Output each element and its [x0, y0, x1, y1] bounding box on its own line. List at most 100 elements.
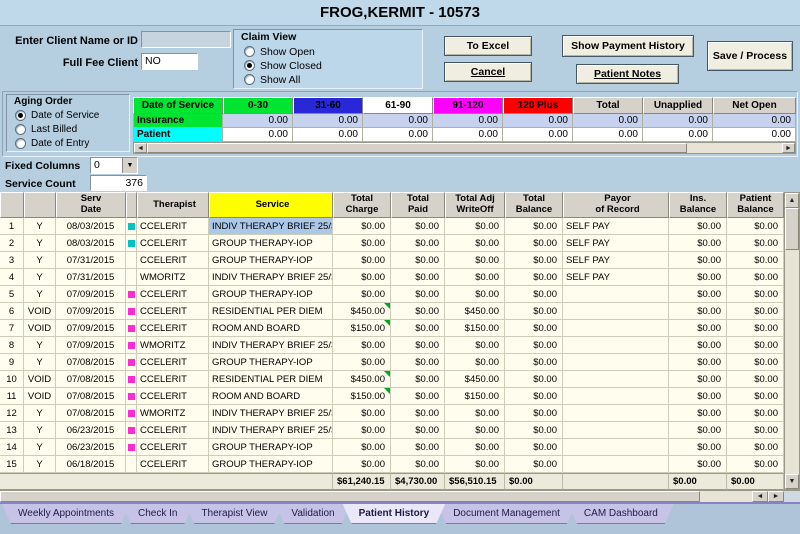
header-ins-balance[interactable]: Ins. Balance [669, 192, 727, 218]
payor-cell[interactable]: SELF PAY [563, 269, 669, 286]
table-row[interactable]: 8 Y 07/09/2015 WMORITZ INDIV THERAPY BRI… [0, 337, 784, 354]
payor-cell[interactable] [563, 439, 669, 456]
ins-balance-cell[interactable]: $0.00 [669, 439, 727, 456]
tab-therapist-view[interactable]: Therapist View [185, 504, 283, 524]
total-balance-cell[interactable]: $0.00 [505, 303, 563, 320]
row-status-cell[interactable]: Y [24, 235, 56, 252]
radio-show-open[interactable]: Show Open [244, 45, 315, 58]
table-row[interactable]: 11 VOID 07/08/2015 CCELERIT ROOM AND BOA… [0, 388, 784, 405]
service-date-cell[interactable]: 07/09/2015 [56, 320, 126, 337]
grid-vertical-scrollbar[interactable]: ▲ ▼ [784, 192, 800, 490]
service-date-cell[interactable]: 07/09/2015 [56, 303, 126, 320]
service-date-cell[interactable]: 07/08/2015 [56, 354, 126, 371]
writeoff-cell[interactable]: $0.00 [445, 422, 505, 439]
ins-balance-cell[interactable]: $0.00 [669, 354, 727, 371]
ins-balance-cell[interactable]: $0.00 [669, 388, 727, 405]
payor-cell[interactable] [563, 456, 669, 473]
header-therapist[interactable]: Therapist [137, 192, 209, 218]
therapist-cell[interactable]: CCELERIT [137, 354, 209, 371]
table-row[interactable]: 7 VOID 07/09/2015 CCELERIT ROOM AND BOAR… [0, 320, 784, 337]
cancel-button[interactable]: Cancel [444, 62, 532, 82]
service-cell[interactable]: INDIV THERAPY BRIEF 25/30 [209, 337, 333, 354]
patient-balance-cell[interactable]: $0.00 [727, 286, 784, 303]
service-cell[interactable]: INDIV THERAPY BRIEF 25/30 [209, 269, 333, 286]
total-charge-cell[interactable]: $0.00 [333, 337, 391, 354]
writeoff-cell[interactable]: $0.00 [445, 439, 505, 456]
service-date-cell[interactable]: 08/03/2015 [56, 218, 126, 235]
scroll-right-icon[interactable]: ► [768, 491, 784, 502]
ins-balance-cell[interactable]: $0.00 [669, 337, 727, 354]
service-cell[interactable]: ROOM AND BOARD [209, 388, 333, 405]
patient-balance-cell[interactable]: $0.00 [727, 337, 784, 354]
row-status-cell[interactable]: VOID [24, 371, 56, 388]
writeoff-cell[interactable]: $450.00 [445, 371, 505, 388]
row-status-cell[interactable]: Y [24, 337, 56, 354]
payor-cell[interactable] [563, 354, 669, 371]
therapist-cell[interactable]: CCELERIT [137, 388, 209, 405]
writeoff-cell[interactable]: $0.00 [445, 269, 505, 286]
row-status-cell[interactable]: VOID [24, 320, 56, 337]
service-cell[interactable]: GROUP THERAPY-IOP [209, 235, 333, 252]
table-row[interactable]: 1 Y 08/03/2015 CCELERIT INDIV THERAPY BR… [0, 218, 784, 235]
patient-balance-cell[interactable]: $0.00 [727, 303, 784, 320]
table-row[interactable]: 2 Y 08/03/2015 CCELERIT GROUP THERAPY-IO… [0, 235, 784, 252]
row-status-cell[interactable]: VOID [24, 303, 56, 320]
writeoff-cell[interactable]: $0.00 [445, 456, 505, 473]
service-cell[interactable]: ROOM AND BOARD [209, 320, 333, 337]
writeoff-cell[interactable]: $0.00 [445, 286, 505, 303]
table-row[interactable]: 9 Y 07/08/2015 CCELERIT GROUP THERAPY-IO… [0, 354, 784, 371]
table-row[interactable]: 15 Y 06/18/2015 CCELERIT GROUP THERAPY-I… [0, 456, 784, 473]
total-paid-cell[interactable]: $0.00 [391, 286, 445, 303]
service-cell[interactable]: GROUP THERAPY-IOP [209, 252, 333, 269]
header-total-adj-writeoff[interactable]: Total Adj WriteOff [445, 192, 505, 218]
header-serv-date[interactable]: Serv Date [56, 192, 126, 218]
total-balance-cell[interactable]: $0.00 [505, 218, 563, 235]
radio-last-billed[interactable]: Last Billed [15, 123, 77, 136]
total-balance-cell[interactable]: $0.00 [505, 371, 563, 388]
ins-balance-cell[interactable]: $0.00 [669, 286, 727, 303]
full-fee-input[interactable]: NO [141, 53, 198, 70]
total-balance-cell[interactable]: $0.00 [505, 422, 563, 439]
service-cell[interactable]: GROUP THERAPY-IOP [209, 439, 333, 456]
service-cell[interactable]: INDIV THERAPY BRIEF 25/30 [209, 422, 333, 439]
header-total-charge[interactable]: Total Charge [333, 192, 391, 218]
total-charge-cell[interactable]: $0.00 [333, 456, 391, 473]
total-paid-cell[interactable]: $0.00 [391, 388, 445, 405]
patient-balance-cell[interactable]: $0.00 [727, 218, 784, 235]
writeoff-cell[interactable]: $0.00 [445, 354, 505, 371]
row-status-cell[interactable]: VOID [24, 388, 56, 405]
service-date-cell[interactable]: 07/09/2015 [56, 337, 126, 354]
grid-horizontal-scrollbar[interactable]: ◄ ► [0, 490, 800, 502]
total-balance-cell[interactable]: $0.00 [505, 456, 563, 473]
writeoff-cell[interactable]: $0.00 [445, 218, 505, 235]
total-charge-cell[interactable]: $0.00 [333, 405, 391, 422]
ins-balance-cell[interactable]: $0.00 [669, 422, 727, 439]
radio-show-all[interactable]: Show All [244, 73, 300, 86]
service-cell[interactable]: INDIV THERAPY BRIEF 25/30 [209, 405, 333, 422]
total-paid-cell[interactable]: $0.00 [391, 218, 445, 235]
ins-balance-cell[interactable]: $0.00 [669, 456, 727, 473]
total-balance-cell[interactable]: $0.00 [505, 252, 563, 269]
tab-patient-history[interactable]: Patient History [343, 504, 446, 524]
total-paid-cell[interactable]: $0.00 [391, 439, 445, 456]
writeoff-cell[interactable]: $450.00 [445, 303, 505, 320]
patient-balance-cell[interactable]: $0.00 [727, 422, 784, 439]
row-status-cell[interactable]: Y [24, 405, 56, 422]
row-status-cell[interactable]: Y [24, 286, 56, 303]
service-date-cell[interactable]: 07/08/2015 [56, 371, 126, 388]
table-row[interactable]: 10 VOID 07/08/2015 CCELERIT RESIDENTIAL … [0, 371, 784, 388]
total-paid-cell[interactable]: $0.00 [391, 252, 445, 269]
total-charge-cell[interactable]: $0.00 [333, 269, 391, 286]
patient-balance-cell[interactable]: $0.00 [727, 252, 784, 269]
total-paid-cell[interactable]: $0.00 [391, 303, 445, 320]
total-paid-cell[interactable]: $0.00 [391, 456, 445, 473]
total-balance-cell[interactable]: $0.00 [505, 235, 563, 252]
total-balance-cell[interactable]: $0.00 [505, 337, 563, 354]
scroll-down-icon[interactable]: ▼ [785, 474, 799, 489]
total-paid-cell[interactable]: $0.00 [391, 337, 445, 354]
payor-cell[interactable] [563, 303, 669, 320]
patient-balance-cell[interactable]: $0.00 [727, 320, 784, 337]
total-balance-cell[interactable]: $0.00 [505, 354, 563, 371]
writeoff-cell[interactable]: $0.00 [445, 235, 505, 252]
therapist-cell[interactable]: CCELERIT [137, 439, 209, 456]
